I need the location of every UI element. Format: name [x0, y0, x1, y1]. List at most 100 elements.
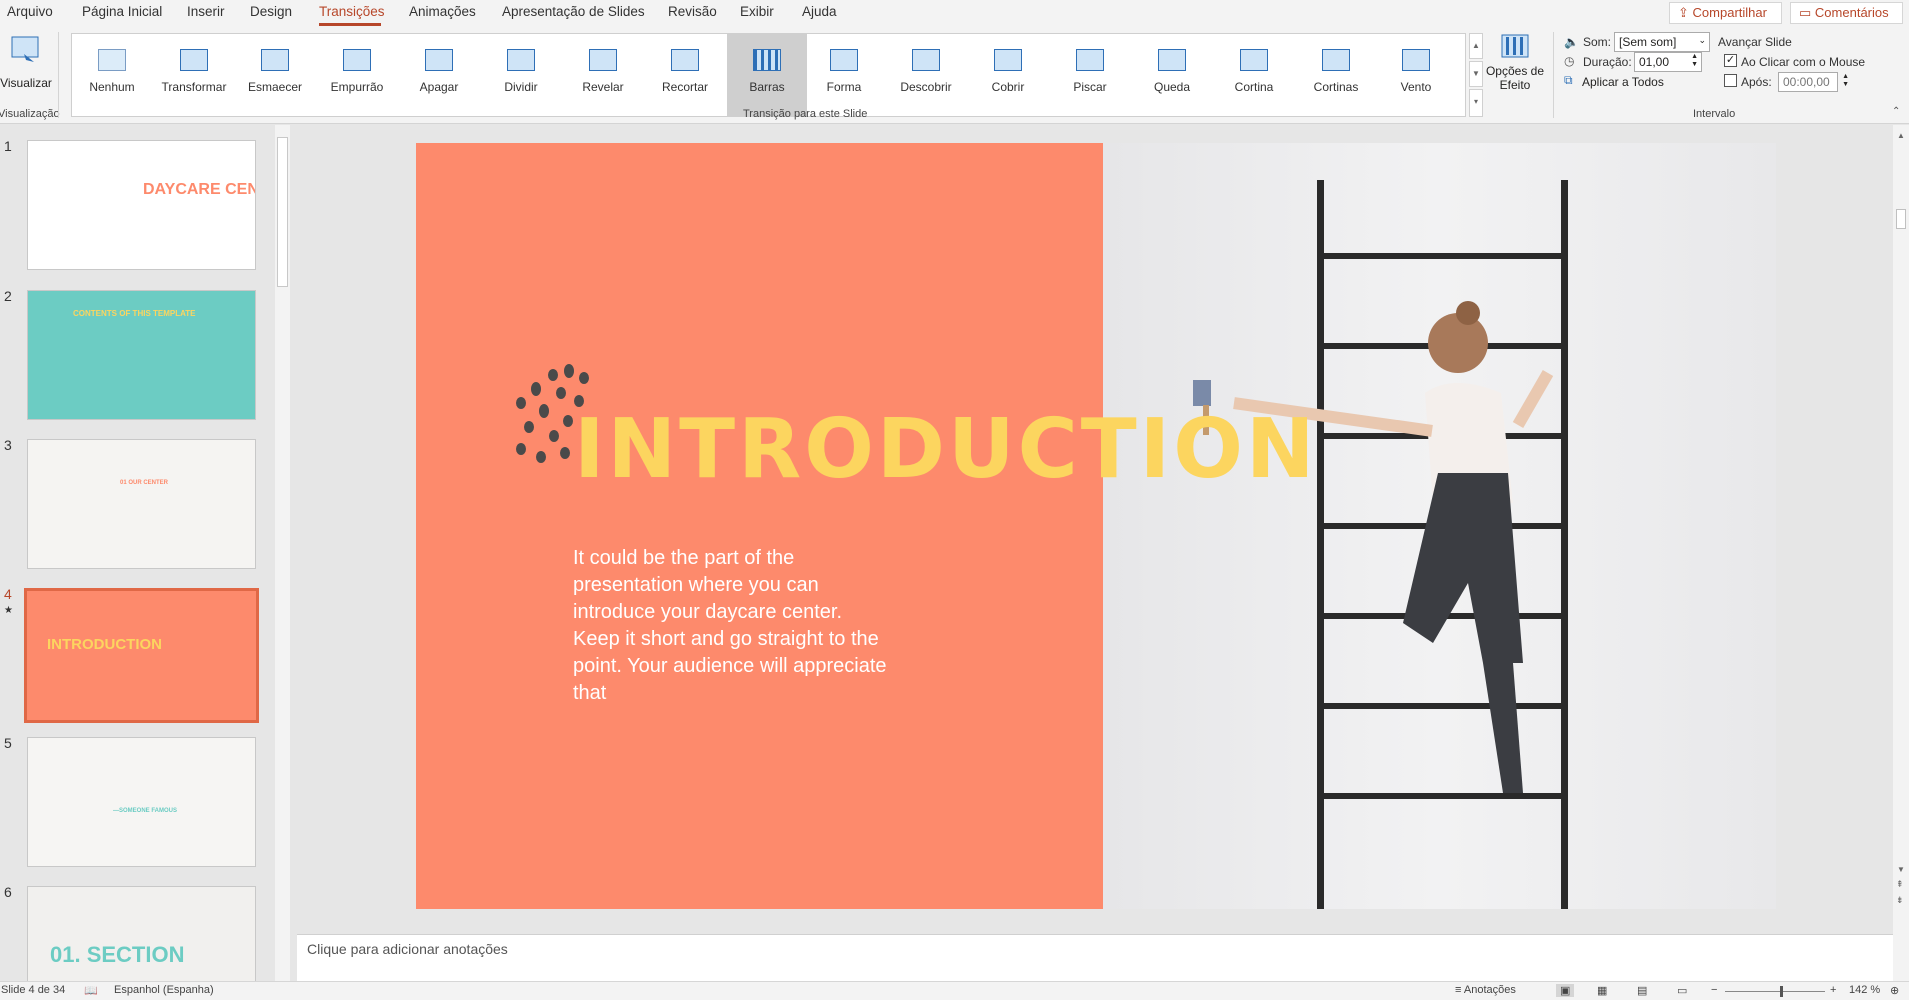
tab-revisao[interactable]: Revisão — [668, 4, 717, 19]
duration-label: Duração: — [1583, 55, 1632, 69]
slide-number: 6 — [4, 884, 12, 900]
transition-label: Nenhum — [89, 80, 135, 94]
slide-sorter-icon[interactable]: ▦ — [1597, 984, 1607, 997]
tab-pagina-inicial[interactable]: Página Inicial — [82, 4, 162, 19]
thumbnails-scroll-thumb[interactable] — [277, 137, 288, 287]
slide-thumbnail-text: INTRODUCTION — [47, 636, 162, 653]
slide-body-text[interactable]: It could be the part of the presentation… — [573, 545, 893, 707]
notes-toggle-label: Anotações — [1463, 984, 1516, 996]
next-slide-icon[interactable]: ⇟ — [1896, 895, 1904, 906]
slide-thumbnail[interactable]: DAYCARE CENTER — [27, 140, 256, 270]
gallery-more-button[interactable]: ▾ — [1469, 89, 1483, 117]
tab-apresentacao[interactable]: Apresentação de Slides — [502, 4, 645, 19]
slide-thumbnail-text: —SOMEONE FAMOUS — [113, 808, 178, 814]
scroll-up-icon[interactable]: ▲ — [1897, 131, 1905, 140]
slide-thumbnail[interactable]: CONTENTS OF THIS TEMPLATE — [27, 290, 256, 420]
transition-label: Recortar — [661, 80, 708, 94]
after-time-input[interactable]: 00:00,00 ▲ ▼ — [1778, 72, 1849, 92]
transition-preview-icon — [912, 49, 940, 71]
zoom-in-button[interactable]: + — [1830, 984, 1836, 996]
zoom-level[interactable]: 142 % — [1849, 984, 1880, 996]
slide-thumbnail-text: CONTENTS OF THIS TEMPLATE — [73, 309, 196, 318]
fit-slide-icon[interactable]: ⊕ — [1890, 984, 1899, 997]
transition-label: Barras — [749, 80, 785, 94]
transition-nenhum-button[interactable]: Nenhum — [74, 34, 150, 116]
transition-label: Transformar — [161, 80, 227, 94]
slide-number: 5 — [4, 735, 12, 751]
transition-dividir-button[interactable]: Dividir — [481, 34, 561, 116]
transition-label: Piscar — [1073, 80, 1107, 94]
after-checkbox[interactable] — [1724, 74, 1737, 87]
tab-inserir[interactable]: Inserir — [187, 4, 225, 19]
speaker-icon: 🔈 — [1564, 35, 1579, 49]
transition-piscar-button[interactable]: Piscar — [1050, 34, 1130, 116]
share-button[interactable]: ⇪ Compartilhar — [1669, 2, 1782, 24]
on-click-checkbox[interactable]: ✓ — [1724, 54, 1737, 67]
gallery-group-label: Transição para este Slide — [743, 108, 868, 120]
transition-queda-button[interactable]: Queda — [1132, 34, 1212, 116]
zoom-out-button[interactable]: − — [1711, 984, 1717, 996]
scroll-down-icon[interactable]: ▼ — [1897, 865, 1905, 874]
transition-descobrir-button[interactable]: Descobrir — [886, 34, 966, 116]
transition-apagar-button[interactable]: Apagar — [399, 34, 479, 116]
sound-select[interactable]: [Sem som] ⌄ — [1614, 32, 1710, 52]
tab-ajuda[interactable]: Ajuda — [802, 4, 837, 19]
transition-esmaecer-button[interactable]: Esmaecer — [235, 34, 315, 116]
transition-recortar-button[interactable]: Recortar — [645, 34, 725, 116]
transition-preview-icon — [507, 49, 535, 71]
transition-preview-icon — [1158, 49, 1186, 71]
previous-slide-icon[interactable]: ⇞ — [1896, 879, 1904, 890]
transition-vento-button[interactable]: Vento — [1378, 34, 1454, 116]
gallery-scroll-down-button[interactable]: ▼ — [1469, 61, 1483, 87]
child-ladder-photo — [1103, 143, 1776, 909]
language-indicator[interactable]: Espanhol (Espanha) — [114, 984, 214, 996]
tab-exibir[interactable]: Exibir — [740, 4, 774, 19]
tab-transicoes[interactable]: Transições — [319, 4, 385, 19]
reading-view-icon[interactable]: ▤ — [1637, 984, 1647, 997]
scroll-thumb[interactable] — [1896, 209, 1906, 229]
slide-canvas[interactable]: INTRODUCTION It could be the part of the… — [416, 143, 1776, 909]
notes-toggle-button[interactable]: ≡ Anotações — [1455, 984, 1516, 996]
effect-options-button[interactable]: Opções de Efeito — [1486, 34, 1544, 106]
duration-input[interactable]: 01,00 ▲ ▼ — [1634, 52, 1702, 72]
tab-design[interactable]: Design — [250, 4, 292, 19]
comments-button[interactable]: ▭ Comentários — [1790, 2, 1903, 24]
transition-empurrao-button[interactable]: Empurrão — [317, 34, 397, 116]
tab-animacoes[interactable]: Animações — [409, 4, 476, 19]
slide-thumbnail[interactable]: INTRODUCTION — [24, 588, 259, 723]
sound-value: [Sem som] — [1619, 35, 1677, 49]
transition-cobrir-button[interactable]: Cobrir — [968, 34, 1048, 116]
tab-arquivo[interactable]: Arquivo — [7, 4, 53, 19]
duration-value: 01,00 — [1639, 55, 1670, 69]
preview-button[interactable]: Visualizar — [0, 34, 52, 94]
slide-thumbnail[interactable]: 01 OUR CENTER — [27, 439, 256, 569]
zoom-slider[interactable] — [1725, 991, 1825, 992]
transition-label: Dividir — [504, 80, 538, 94]
clock-icon: ◷ — [1564, 54, 1575, 68]
normal-view-icon[interactable]: ▣ — [1556, 984, 1575, 997]
transition-revelar-button[interactable]: Revelar — [563, 34, 643, 116]
slide-title[interactable]: INTRODUCTION — [574, 402, 1318, 497]
transition-cortina-button[interactable]: Cortina — [1214, 34, 1294, 116]
slide-thumbnail[interactable]: —SOMEONE FAMOUS — [27, 737, 256, 867]
transition-transformar-button[interactable]: Transformar — [154, 34, 234, 116]
collapse-ribbon-icon[interactable]: ⌃ — [1892, 106, 1900, 117]
slide-vertical-scrollbar[interactable]: ▲ ▼ ⇞ ⇟ — [1893, 125, 1909, 981]
sound-label: Som: — [1583, 35, 1612, 49]
slide-number: 2 — [4, 288, 12, 304]
transition-barras-button[interactable]: Barras — [727, 34, 807, 116]
transition-forma-button[interactable]: Forma — [803, 34, 885, 116]
transition-label: Vento — [1400, 80, 1432, 94]
gallery-scroll-up-button[interactable]: ▲ — [1469, 33, 1483, 59]
notes-pane[interactable]: Clique para adicionar anotações — [297, 934, 1893, 981]
spellcheck-icon[interactable]: 📖 — [84, 984, 98, 997]
slide-number: 1 — [4, 138, 12, 154]
spinner-icon: ▲ ▼ — [1691, 53, 1698, 68]
slideshow-icon[interactable]: ▭ — [1677, 984, 1687, 997]
transition-cortinas-button[interactable]: Cortinas — [1296, 34, 1376, 116]
transition-preview-icon — [830, 49, 858, 71]
effect-options-label-1: Opções de — [1485, 64, 1545, 78]
separator — [58, 32, 59, 118]
zoom-slider-thumb[interactable] — [1780, 986, 1783, 997]
apply-all-button[interactable]: ⧉ Aplicar a Todos — [1564, 73, 1704, 91]
